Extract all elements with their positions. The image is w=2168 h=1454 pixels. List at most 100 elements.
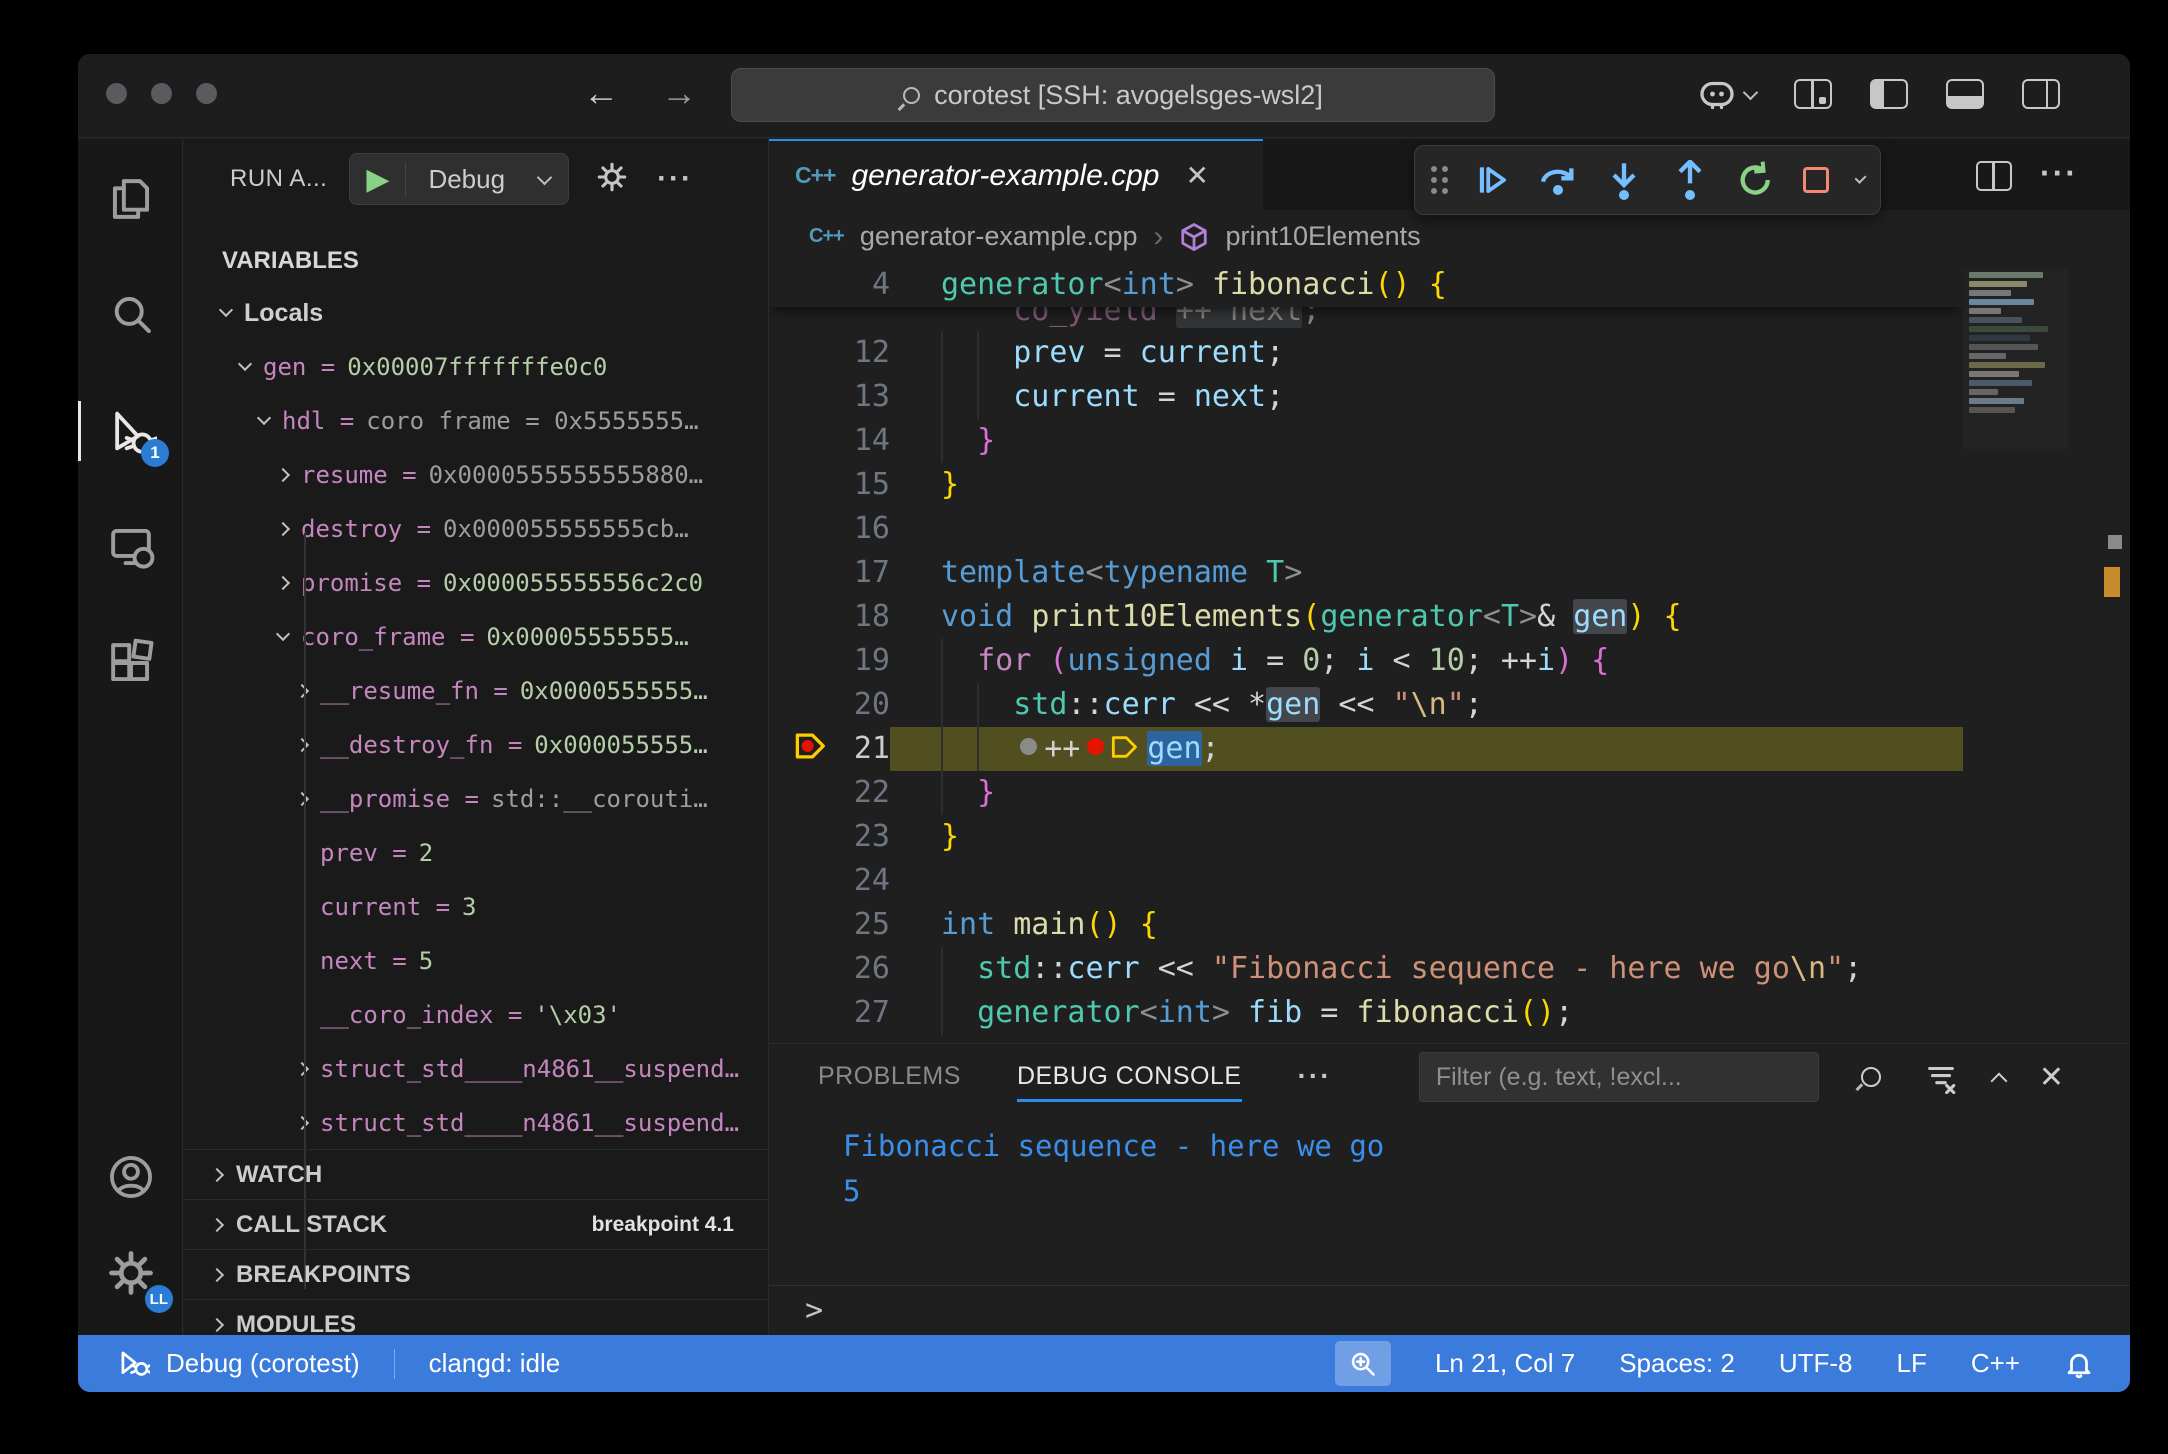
code-line-20[interactable]: 20std::cerr << *gen << "\n"; — [769, 683, 1963, 727]
gutter[interactable] — [790, 419, 840, 463]
sidebar-item-run-debug[interactable]: 1 — [78, 383, 183, 479]
panel-search-icon[interactable] — [1853, 1059, 1889, 1095]
close-window-button[interactable] — [106, 83, 127, 104]
line-content[interactable]: } — [890, 815, 1963, 859]
status-encoding[interactable]: UTF-8 — [1779, 1348, 1853, 1379]
tree-row-destroy[interactable]: destroy =0x000055555555cb… — [184, 502, 768, 556]
chevron-down-icon[interactable] — [276, 627, 290, 641]
code-line-13[interactable]: 13current = next; — [769, 375, 1963, 419]
gutter[interactable] — [790, 859, 840, 903]
code-line-4[interactable]: 4generator<int> fibonacci() { — [769, 263, 1963, 307]
chevron-right-icon[interactable] — [295, 684, 309, 698]
step-out-button[interactable] — [1670, 158, 1710, 202]
tree-row-__destroy_fn[interactable]: __destroy_fn =0x000055555… — [184, 718, 768, 772]
status-eol[interactable]: LF — [1897, 1348, 1927, 1379]
gutter[interactable] — [790, 551, 840, 595]
gutter[interactable] — [790, 507, 840, 551]
tab-problems[interactable]: PROBLEMS — [818, 1044, 961, 1108]
chevron-down-icon[interactable] — [238, 357, 252, 371]
code-line-24[interactable]: 24 — [769, 859, 1963, 903]
chevron-right-icon[interactable] — [295, 1116, 309, 1130]
chevron-down-icon[interactable] — [257, 411, 271, 425]
tree-row-__promise[interactable]: __promise =std::__corouti… — [184, 772, 768, 826]
section-callstack[interactable]: CALL STACKbreakpoint 4.1 — [184, 1199, 768, 1249]
zoom-window-button[interactable] — [196, 83, 217, 104]
gutter[interactable] — [790, 947, 840, 991]
inline-breakpoint-candidate-icon[interactable] — [1020, 738, 1037, 755]
code-line-16[interactable]: 16 — [769, 507, 1963, 551]
stop-button[interactable] — [1802, 158, 1831, 202]
debug-console-input[interactable]: > — [769, 1285, 2130, 1335]
status-clangd[interactable]: clangd: idle — [429, 1348, 561, 1379]
tree-row-Locals[interactable]: Locals — [184, 286, 768, 340]
sidebar-more-actions-icon[interactable]: ··· — [657, 162, 693, 196]
tree-row-prev[interactable]: prev =2 — [184, 826, 768, 880]
code-line-14[interactable]: 14} — [769, 419, 1963, 463]
code-line-25[interactable]: 25int main() { — [769, 903, 1963, 947]
screencast-zoom-indicator[interactable] — [1335, 1341, 1391, 1386]
tab-generator-example[interactable]: C++ generator-example.cpp ✕ — [769, 139, 1263, 210]
navigate-forward-icon[interactable]: → — [661, 72, 697, 114]
sidebar-item-settings[interactable]: LL — [78, 1225, 183, 1321]
gutter[interactable] — [790, 991, 840, 1035]
status-debug-session[interactable]: Debug (corotest) — [166, 1348, 360, 1379]
navigate-back-icon[interactable]: ← — [583, 72, 619, 114]
code-editor[interactable]: 4generator<int> fibonacci() { co_yield +… — [769, 263, 2130, 1044]
code-line-19[interactable]: 19for (unsigned i = 0; i < 10; ++i) { — [769, 639, 1963, 683]
gutter[interactable] — [790, 771, 840, 815]
gutter[interactable] — [790, 815, 840, 859]
tree-row-__resume_fn[interactable]: __resume_fn =0x0000555555… — [184, 664, 768, 718]
chevron-right-icon[interactable] — [276, 522, 290, 536]
chevron-right-icon[interactable] — [295, 1062, 309, 1076]
code-line-27[interactable]: 27generator<int> fib = fibonacci(); — [769, 991, 1963, 1035]
debug-configuration-dropdown[interactable]: ▶ Debug — [349, 153, 569, 205]
restart-button[interactable] — [1736, 158, 1776, 202]
toolbar-drag-handle[interactable] — [1431, 166, 1448, 194]
tab-debug-console[interactable]: DEBUG CONSOLE — [1017, 1044, 1242, 1108]
code-line-x[interactable]: co_yield ++ next; — [769, 307, 1963, 331]
sidebar-item-explorer[interactable] — [78, 151, 183, 247]
minimize-window-button[interactable] — [151, 83, 172, 104]
line-content[interactable]: ++gen; — [890, 727, 1963, 771]
editor-more-actions-icon[interactable]: ··· — [2040, 155, 2078, 192]
section-modules[interactable]: MODULES — [184, 1299, 768, 1335]
tree-row-struct_std____n4861__suspend[interactable]: struct_std____n4861__suspend… — [184, 1042, 768, 1096]
toggle-primary-sidebar-button[interactable] — [1870, 79, 1908, 109]
tree-row-next[interactable]: next =5 — [184, 934, 768, 988]
line-content[interactable]: std::cerr << *gen << "\n"; — [890, 683, 1963, 727]
code-line-22[interactable]: 22} — [769, 771, 1963, 815]
code-line-15[interactable]: 15} — [769, 463, 1963, 507]
gutter[interactable] — [790, 463, 840, 507]
code-line-23[interactable]: 23} — [769, 815, 1963, 859]
sidebar-item-remote-explorer[interactable] — [78, 499, 183, 595]
gutter[interactable] — [790, 683, 840, 727]
line-content[interactable] — [890, 859, 1963, 903]
panel-more-tabs-icon[interactable]: ··· — [1298, 1060, 1332, 1092]
copilot-menu[interactable] — [1697, 76, 1756, 112]
line-content[interactable]: generator<int> fibonacci() { — [890, 263, 1963, 307]
debug-settings-gear-icon[interactable] — [595, 160, 629, 199]
chevron-right-icon[interactable] — [276, 468, 290, 482]
line-content[interactable]: std::cerr << "Fibonacci sequence - here … — [890, 947, 1963, 991]
chevron-down-icon[interactable] — [219, 303, 233, 317]
line-content[interactable]: } — [890, 771, 1963, 815]
maximize-panel-icon[interactable] — [1990, 1073, 2007, 1090]
line-content[interactable]: generator<int> fib = fibonacci(); — [890, 991, 1963, 1035]
sidebar-item-extensions[interactable] — [78, 615, 183, 711]
gutter[interactable] — [790, 903, 840, 947]
section-watch[interactable]: WATCH — [184, 1149, 768, 1199]
command-center[interactable]: corotest [SSH: avogelsges-wsl2] — [731, 68, 1495, 122]
gutter[interactable] — [790, 331, 840, 375]
code-line-18[interactable]: 18void print10Elements(generator<T>& gen… — [769, 595, 1963, 639]
status-cursor-position[interactable]: Ln 21, Col 7 — [1435, 1348, 1575, 1379]
section-breakpoints[interactable]: BREAKPOINTS — [184, 1249, 768, 1299]
close-panel-icon[interactable]: ✕ — [2039, 1060, 2064, 1095]
code-line-21[interactable]: 21++gen; — [769, 727, 1963, 771]
code-line-26[interactable]: 26std::cerr << "Fibonacci sequence - her… — [769, 947, 1963, 991]
code-line-17[interactable]: 17template<typename T> — [769, 551, 1963, 595]
line-content[interactable]: int main() { — [890, 903, 1963, 947]
chevron-right-icon[interactable] — [295, 792, 309, 806]
breadcrumb-symbol[interactable]: print10Elements — [1225, 221, 1420, 252]
tree-row-gen[interactable]: gen =0x00007fffffffe0c0 — [184, 340, 768, 394]
inline-breakpoint-icon[interactable] — [1087, 738, 1104, 755]
